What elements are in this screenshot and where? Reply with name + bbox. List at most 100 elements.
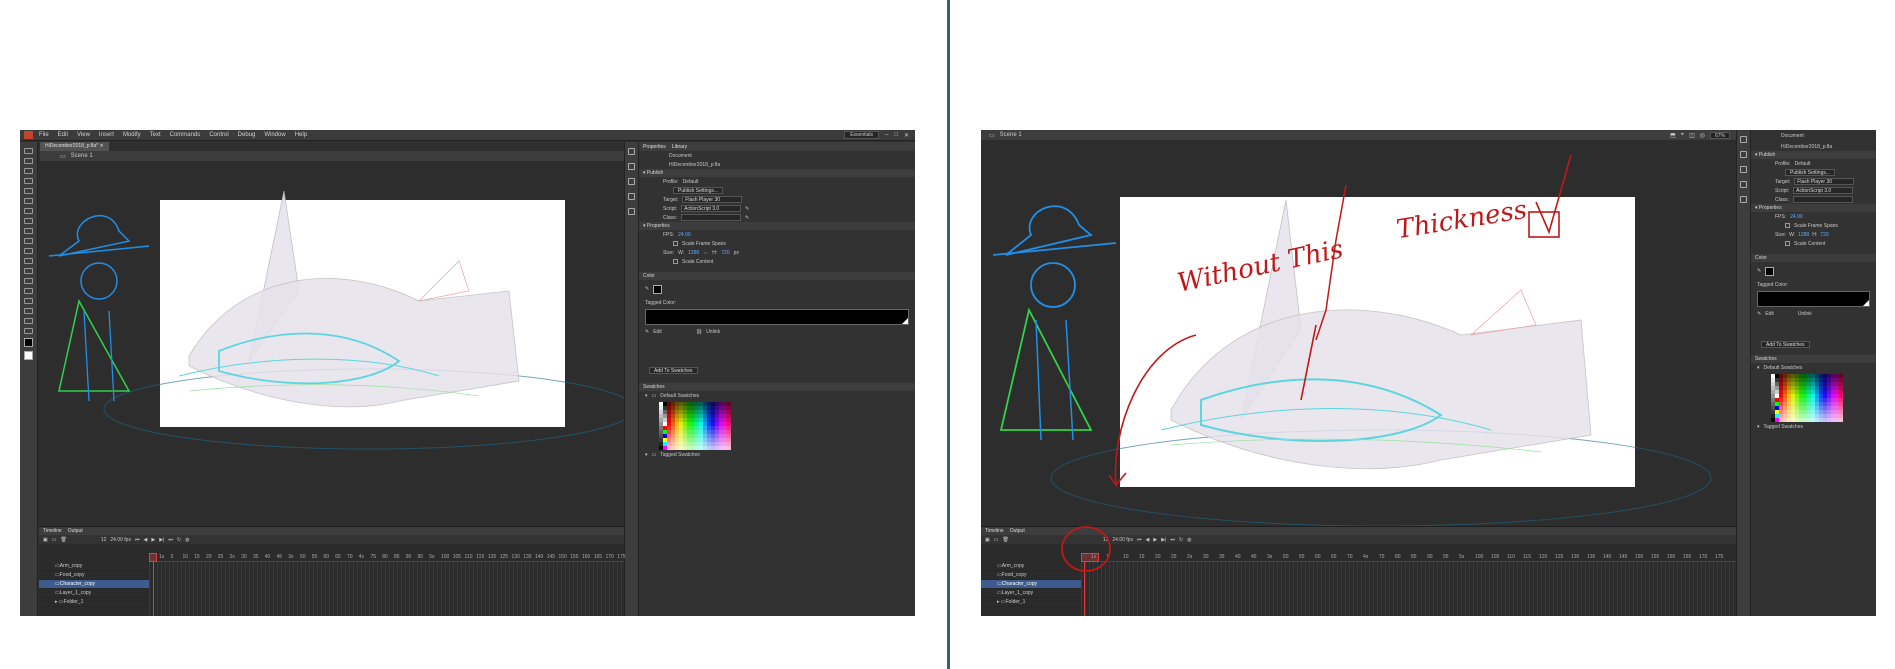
layer-row[interactable]: ▭ Arm_copy [39,562,149,571]
edit-icon[interactable]: ✎ [645,329,649,335]
target-select[interactable]: Flash Player 30 [1794,178,1855,185]
swatch-grid[interactable] [1771,374,1876,422]
layer-row[interactable]: ▸ ▭ Folder_1 [981,598,1081,607]
fps-value[interactable]: 24.00 [1790,214,1803,220]
width-tool-icon[interactable] [24,298,33,304]
transform-panel-icon[interactable] [1740,166,1747,173]
color-stroke-swatch[interactable] [653,284,663,294]
edit-symbols-icon[interactable]: ⬒ [1670,132,1676,139]
publish-settings-button[interactable]: Publish Settings... [673,187,724,194]
wrench-icon[interactable]: ✎ [745,206,749,212]
menu-view[interactable]: View [77,132,90,138]
frame-counter[interactable]: 12 [101,537,107,543]
publish-section-header[interactable]: ▾ Publish [639,169,915,177]
step-forward-icon[interactable]: ▶| [159,537,164,543]
edit-link[interactable]: Edit [653,329,662,335]
playhead-marker[interactable] [149,553,157,562]
layer-row[interactable]: ▸ ▭ Folder_1 [39,598,149,607]
menu-insert[interactable]: Insert [99,132,114,138]
properties-section-header[interactable]: ▾ Properties [1751,204,1876,212]
line-tool-icon[interactable] [24,208,33,214]
color-preview-bar[interactable] [1757,291,1870,307]
menu-help[interactable]: Help [295,132,307,138]
bone-tool-icon[interactable] [24,258,33,264]
loop-icon[interactable]: ↻ [177,537,181,543]
layer-row[interactable]: ▭ Layer_1_copy [39,589,149,598]
fill-color-swatch[interactable] [24,351,33,360]
go-last-icon[interactable]: ⏭ [1170,537,1175,543]
free-transform-tool-icon[interactable] [24,168,33,174]
menu-control[interactable]: Control [209,132,228,138]
menu-commands[interactable]: Commands [170,132,201,138]
unlink-link[interactable]: Unlink [706,329,720,335]
swatch-grid[interactable] [659,402,915,450]
swatches-panel-header[interactable]: Swatches [1751,355,1876,363]
tab-timeline[interactable]: Timeline [985,528,1004,534]
tab-properties[interactable]: Properties [643,144,666,150]
new-layer-icon[interactable]: ▣ [985,537,990,543]
color-stroke-swatch[interactable] [1765,266,1775,276]
new-layer-icon[interactable]: ▣ [43,537,48,543]
menu-edit[interactable]: Edit [58,132,68,138]
frames-grid[interactable] [1081,562,1736,616]
tab-timeline[interactable]: Timeline [43,528,62,534]
align-panel-icon[interactable] [1740,136,1747,143]
color-panel-header[interactable]: Color [1751,254,1876,262]
components-panel-icon[interactable] [1740,181,1747,188]
layer-row[interactable]: ▭ Character_copy [39,580,149,589]
menu-debug[interactable]: Debug [238,132,256,138]
h-value[interactable]: 720 [721,250,729,256]
brush-tool-icon[interactable] [24,248,33,254]
loop-icon[interactable]: ↻ [1179,537,1183,543]
target-select[interactable]: Flash Player 30 [682,196,743,203]
step-back-icon[interactable]: ◀ [143,537,147,543]
swatch-cell[interactable] [1839,418,1843,422]
scene-label[interactable]: Scene 1 [1000,132,1022,138]
stage-canvas[interactable] [1120,197,1635,487]
onion-skin-icon[interactable]: ◍ [1187,537,1191,543]
fps-value[interactable]: 24.00 [678,232,691,238]
script-select[interactable]: ActionScript 3.0 [681,205,742,212]
stroke-color-icon[interactable]: ✎ [1757,268,1761,274]
h-value[interactable]: 720 [1820,232,1828,238]
add-to-swatches-button[interactable]: Add To Swatches [649,367,698,374]
stroke-color-swatch[interactable] [24,338,33,347]
rectangle-tool-icon[interactable] [24,218,33,224]
step-forward-icon[interactable]: ▶| [1161,537,1166,543]
align-panel-icon[interactable] [628,148,635,155]
publish-settings-button[interactable]: Publish Settings... [1785,169,1836,176]
go-last-icon[interactable]: ⏭ [168,537,173,543]
stage-canvas[interactable] [160,200,565,427]
scale-content-checkbox[interactable] [673,259,678,264]
properties-section-header[interactable]: ▾ Properties [639,222,915,230]
subselection-tool-icon[interactable] [24,158,33,164]
workspace-switcher[interactable]: Essentials [844,131,879,139]
zoom-tool-icon[interactable] [24,328,33,334]
class-input[interactable] [680,214,741,221]
selection-tool-icon[interactable] [24,148,33,154]
stroke-color-icon[interactable]: ✎ [645,286,649,292]
delete-layer-icon[interactable]: 🗑 [1002,537,1008,543]
camera-tool-icon[interactable] [24,308,33,314]
layer-row[interactable]: ▭ Food_copy [39,571,149,580]
document-tab[interactable]: HiDecember2018_p.fla* ✕ [40,142,109,151]
go-first-icon[interactable]: ⏮ [135,537,140,543]
delete-layer-icon[interactable]: 🗑 [60,537,66,543]
text-tool-icon[interactable] [24,198,33,204]
pencil-icon[interactable]: ✎ [745,215,749,221]
zoom-select[interactable]: 67% [1709,131,1730,139]
frame-counter[interactable]: 12 [1103,537,1109,543]
publish-section-header[interactable]: ▾ Publish [1751,151,1876,159]
layer-row[interactable]: ▭ Arm_copy [981,562,1081,571]
unlink-link[interactable]: Unlink [1798,311,1812,317]
pen-tool-icon[interactable] [24,188,33,194]
info-panel-icon[interactable] [1740,151,1747,158]
layer-row[interactable]: ▭ Layer_1_copy [981,589,1081,598]
eyedropper-tool-icon[interactable] [24,278,33,284]
scene-label[interactable]: Scene 1 [71,153,93,159]
info-panel-icon[interactable] [628,163,635,170]
fps-readout[interactable]: 24.00 fps [110,537,131,543]
menu-window[interactable]: Window [264,132,285,138]
step-back-icon[interactable]: ◀ [1145,537,1149,543]
motion-presets-icon[interactable] [1740,196,1747,203]
